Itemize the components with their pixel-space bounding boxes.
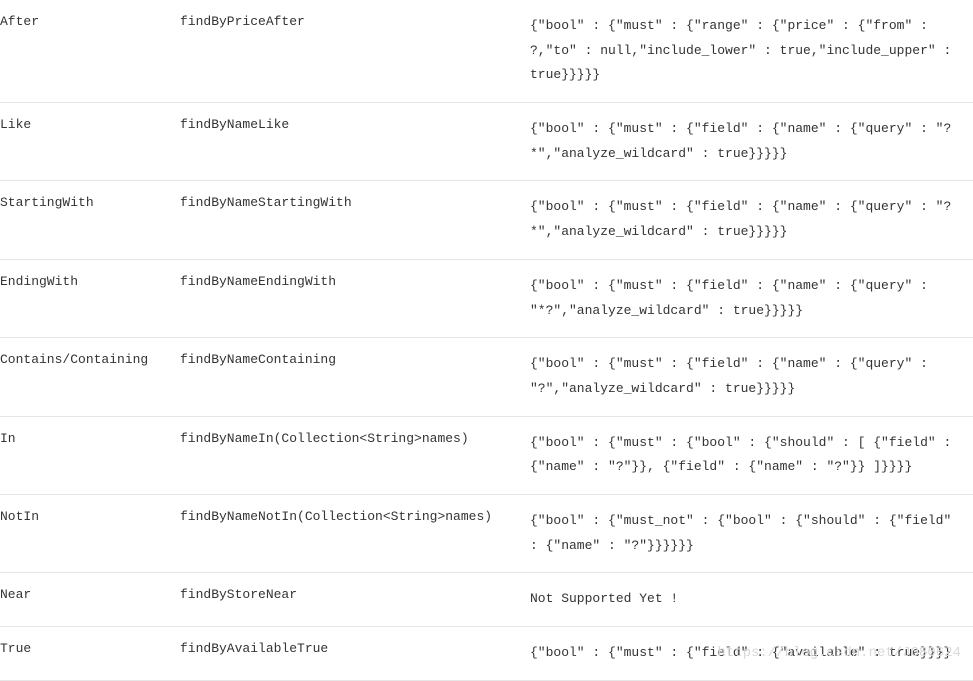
query-cell: {"bool" : {"must" : {"field" : {"name" :…	[530, 338, 973, 416]
keyword-cell: In	[0, 416, 180, 494]
method-cell: findByNameLike	[180, 103, 530, 181]
keyword-cell: After	[0, 0, 180, 103]
keyword-cell: EndingWith	[0, 259, 180, 337]
query-cell: {"bool" : {"must" : {"field" : {"availab…	[530, 627, 973, 681]
method-cell: findByNameNotIn(Collection<String>names)	[180, 494, 530, 572]
keyword-reference-table: AfterfindByPriceAfter{"bool" : {"must" :…	[0, 0, 973, 681]
method-cell: findByNameEndingWith	[180, 259, 530, 337]
table-row: NotInfindByNameNotIn(Collection<String>n…	[0, 494, 973, 572]
method-cell: findByNameStartingWith	[180, 181, 530, 259]
method-cell: findByNameIn(Collection<String>names)	[180, 416, 530, 494]
method-cell: findByPriceAfter	[180, 0, 530, 103]
query-cell: {"bool" : {"must" : {"field" : {"name" :…	[530, 259, 973, 337]
table-row: LikefindByNameLike{"bool" : {"must" : {"…	[0, 103, 973, 181]
table-row: TruefindByAvailableTrue{"bool" : {"must"…	[0, 627, 973, 681]
keyword-cell: Contains/Containing	[0, 338, 180, 416]
keyword-cell: Near	[0, 573, 180, 627]
table-row: Contains/ContainingfindByNameContaining{…	[0, 338, 973, 416]
table-body: AfterfindByPriceAfter{"bool" : {"must" :…	[0, 0, 973, 680]
method-cell: findByStoreNear	[180, 573, 530, 627]
table-row: NearfindByStoreNearNot Supported Yet !	[0, 573, 973, 627]
query-cell: Not Supported Yet !	[530, 573, 973, 627]
query-cell: {"bool" : {"must_not" : {"bool" : {"shou…	[530, 494, 973, 572]
keyword-cell: StartingWith	[0, 181, 180, 259]
table-row: AfterfindByPriceAfter{"bool" : {"must" :…	[0, 0, 973, 103]
method-cell: findByAvailableTrue	[180, 627, 530, 681]
keyword-cell: Like	[0, 103, 180, 181]
keyword-cell: NotIn	[0, 494, 180, 572]
query-cell: {"bool" : {"must" : {"bool" : {"should" …	[530, 416, 973, 494]
method-cell: findByNameContaining	[180, 338, 530, 416]
query-cell: {"bool" : {"must" : {"field" : {"name" :…	[530, 181, 973, 259]
query-cell: {"bool" : {"must" : {"field" : {"name" :…	[530, 103, 973, 181]
table-row: InfindByNameIn(Collection<String>names){…	[0, 416, 973, 494]
table-row: StartingWithfindByNameStartingWith{"bool…	[0, 181, 973, 259]
table-row: EndingWithfindByNameEndingWith{"bool" : …	[0, 259, 973, 337]
query-cell: {"bool" : {"must" : {"range" : {"price" …	[530, 0, 973, 103]
keyword-cell: True	[0, 627, 180, 681]
